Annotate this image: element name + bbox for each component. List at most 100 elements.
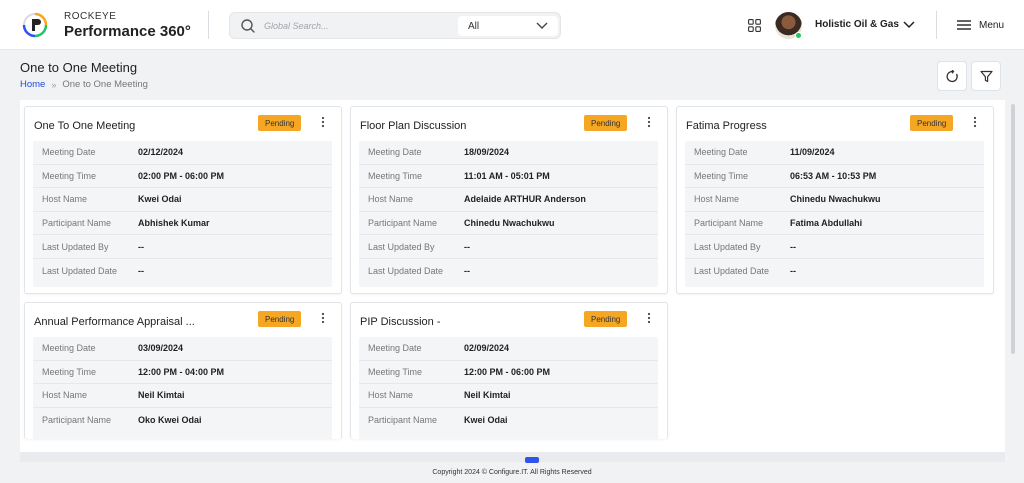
meeting-card-title: Floor Plan Discussion [360,120,467,132]
field-value: 02/12/2024 [138,147,184,158]
field-label: Host Name [368,194,414,205]
field-value: Adelaide ARTHUR Anderson [464,194,586,205]
detail-row: Meeting Time 06:53 AM - 10:53 PM [685,165,984,189]
page-title: One to One Meeting [20,60,138,75]
refresh-icon [946,69,958,82]
detail-row: Host Name Neil Kimtai [359,384,658,408]
vertical-scrollbar[interactable] [1011,104,1015,354]
meeting-card[interactable]: Annual Performance Appraisal ... Pending… [24,302,342,439]
app-logo-icon[interactable] [22,12,48,38]
field-label: Participant Name [694,218,764,229]
field-value: 12:00 PM - 04:00 PM [138,366,225,377]
detail-row: Meeting Date 02/09/2024 [359,337,658,361]
more-options-icon[interactable] [644,311,654,325]
field-value: 12:00 PM - 06:00 PM [464,366,551,377]
meeting-details: Meeting Date 02/12/2024 Meeting Time 02:00… [33,141,332,287]
online-status-dot [795,32,802,39]
meeting-card-title: One To One Meeting [34,120,136,132]
field-label: Participant Name [42,218,112,229]
field-value: Neil Kimtai [464,390,511,401]
more-options-icon[interactable] [644,115,654,129]
chevron-down-icon [536,22,548,29]
hamburger-menu-icon [957,20,971,30]
field-label: Meeting Date [694,147,748,158]
brand-name: ROCKEYE Performance 360° [64,12,191,40]
breadcrumb-current: One to One Meeting [62,79,148,90]
meeting-card-title: Fatima Progress [686,120,767,132]
detail-row: Meeting Date 03/09/2024 [33,337,332,361]
detail-row: Meeting Time 12:00 PM - 04:00 PM [33,361,332,385]
meeting-card[interactable]: PIP Discussion - Pending Meeting Date 02/… [350,302,668,439]
meeting-card[interactable]: Floor Plan Discussion Pending Meeting Da… [350,106,668,294]
more-options-icon[interactable] [970,115,980,129]
search-scope-value: All [468,20,480,32]
status-badge: Pending [584,115,628,131]
field-label: Meeting Time [42,170,97,181]
meeting-card-title: PIP Discussion - [360,316,441,328]
copyright-footer: Copyright 2024 © Configure.IT. All Right… [432,469,592,476]
detail-row: Meeting Date 02/12/2024 [33,141,332,165]
field-label: Last Updated Date [42,265,118,276]
detail-row: Last Updated Date -- [685,259,984,283]
field-label: Host Name [42,194,88,205]
field-label: Host Name [368,390,414,401]
meeting-card[interactable]: Fatima Progress Pending Meeting Date 11/0… [676,106,994,294]
detail-row: Host Name Neil Kimtai [33,384,332,408]
field-label: Participant Name [42,414,112,425]
detail-row: Participant Name Chinedu Nwachukwu [359,212,658,236]
field-value: 02/09/2024 [464,343,510,354]
field-value: -- [138,265,144,276]
field-label: Last Updated By [368,241,435,252]
field-value: -- [464,241,470,252]
field-label: Meeting Time [42,366,97,377]
detail-row: Participant Name Kwei Odai [359,408,658,432]
header-divider [936,11,937,39]
field-value: -- [790,265,796,276]
filter-icon [979,70,993,82]
field-value: -- [790,241,796,252]
menu-button[interactable]: Menu [957,16,1004,34]
field-value: Fatima Abdullahi [790,218,863,229]
field-label: Meeting Time [368,170,423,181]
field-value: Chinedu Nwachukwu [464,218,555,229]
field-value: Abhishek Kumar [138,218,210,229]
field-value: 11/09/2024 [790,147,835,158]
field-label: Meeting Time [368,366,423,377]
detail-row: Meeting Time 11:01 AM - 05:01 PM [359,165,658,189]
detail-row: Last Updated By -- [685,235,984,259]
field-label: Meeting Time [694,170,749,181]
field-label: Host Name [694,194,740,205]
field-value: 02:00 PM - 06:00 PM [138,170,225,181]
search-input[interactable] [264,17,444,35]
breadcrumb-home-link[interactable]: Home [20,79,45,90]
org-chevron-down-icon[interactable] [903,20,915,30]
field-label: Host Name [42,390,88,401]
pagination-strip [20,452,1005,462]
field-value: Neil Kimtai [138,390,185,401]
detail-row: Last Updated By -- [359,235,658,259]
filter-button[interactable] [971,61,1001,91]
header-divider [208,11,209,39]
field-value: 03/09/2024 [138,343,184,354]
detail-row: Meeting Time 02:00 PM - 06:00 PM [33,165,332,189]
field-value: -- [464,265,470,276]
pagination-indicator[interactable] [525,457,539,463]
field-value: Kwei Odai [464,414,508,425]
detail-row: Meeting Date 18/09/2024 [359,141,658,165]
meeting-details: Meeting Date 11/09/2024 Meeting Time 06:53… [685,141,984,287]
detail-row: Meeting Time 12:00 PM - 06:00 PM [359,361,658,385]
organization-name[interactable]: Holistic Oil & Gas [815,19,899,30]
field-value: Chinedu Nwachukwu [790,194,881,205]
apps-grid-icon[interactable] [748,19,761,32]
menu-label: Menu [979,19,1005,31]
more-options-icon[interactable] [318,311,328,325]
refresh-button[interactable] [937,61,967,91]
brand-big-text: Performance 360° [64,23,191,40]
more-options-icon[interactable] [318,115,328,129]
search-scope-select[interactable]: All [458,16,558,36]
meeting-card[interactable]: One To One Meeting Pending Meeting Date 0… [24,106,342,294]
detail-row: Last Updated Date -- [33,259,332,283]
detail-row: Host Name Adelaide ARTHUR Anderson [359,188,658,212]
field-value: 06:53 AM - 10:53 PM [790,170,877,181]
detail-row: Last Updated By -- [33,235,332,259]
